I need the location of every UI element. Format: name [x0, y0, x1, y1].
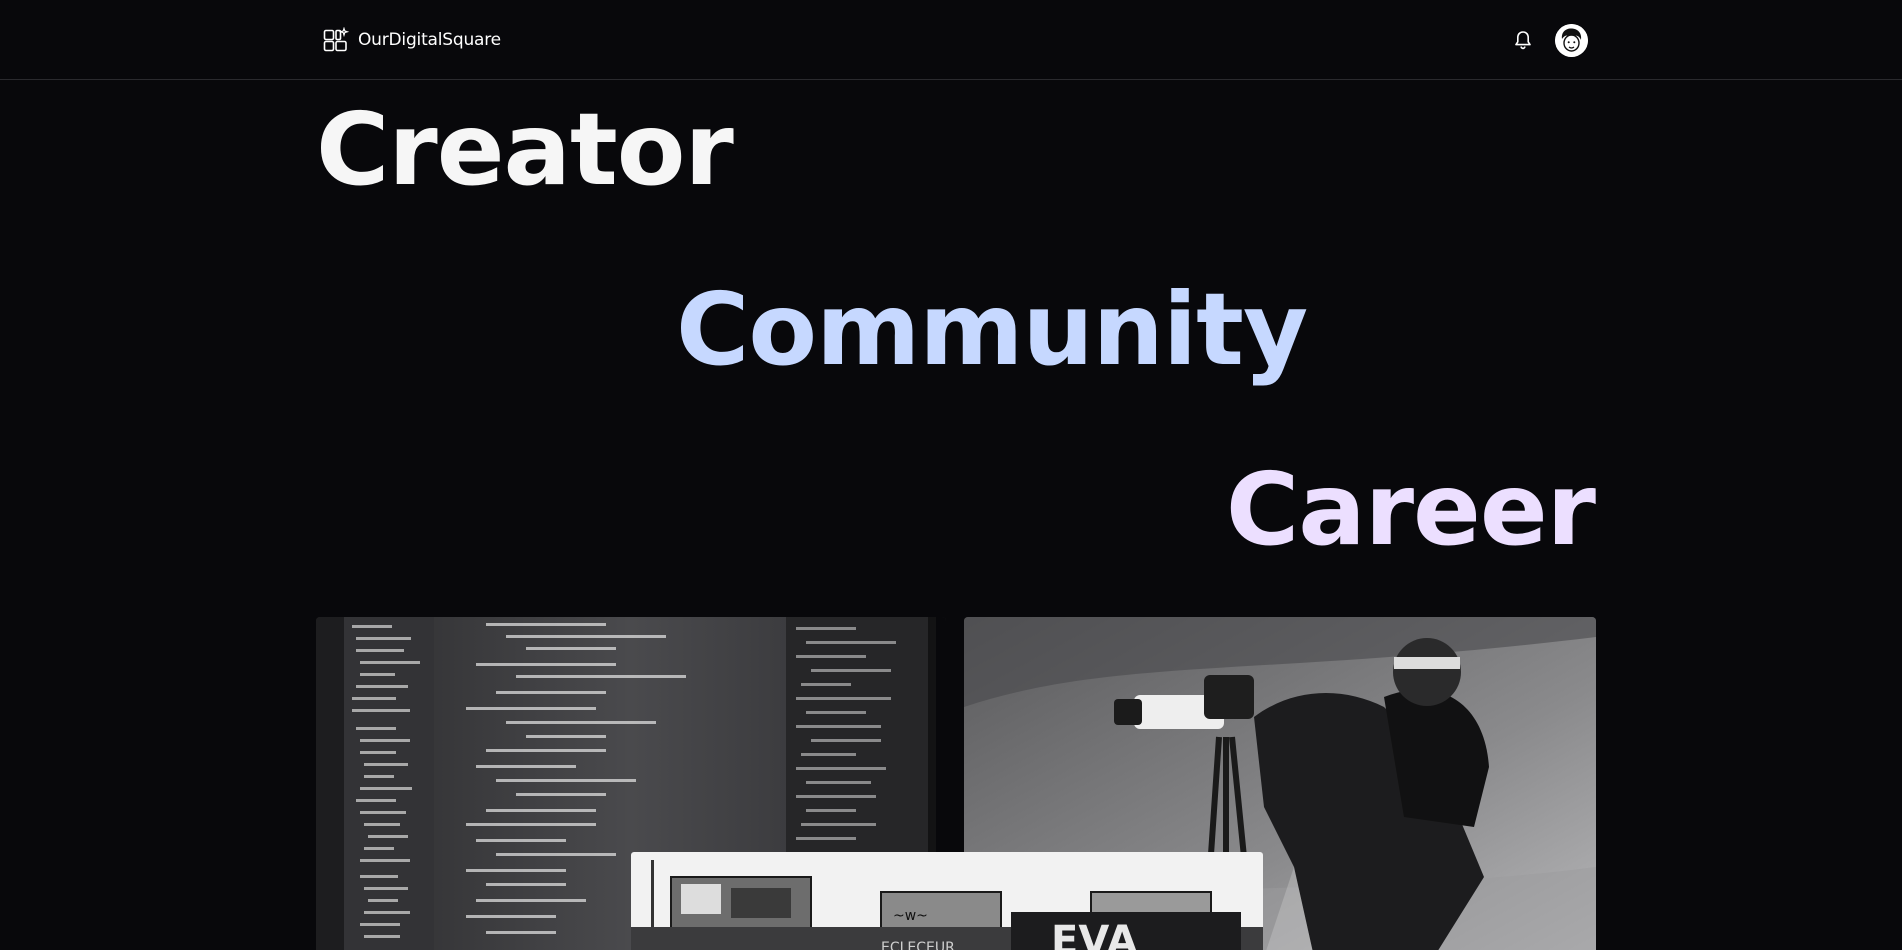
- graffiti-sign-text: EVA: [1051, 918, 1138, 950]
- svg-text:ECLECEUR: ECLECEUR: [881, 940, 955, 950]
- brand-name: OurDigitalSquare: [358, 30, 501, 50]
- notification-button[interactable]: [1511, 28, 1535, 52]
- graffiti-photo: ~w~ EVA ECLECEUR: [631, 852, 1263, 950]
- graffiti-image: ~w~ EVA ECLECEUR: [631, 852, 1263, 950]
- hero-word-career: Career: [1225, 451, 1596, 568]
- grid-sparkle-icon: [323, 27, 349, 52]
- hero-word-community: Community: [676, 271, 1308, 388]
- svg-text:~w~: ~w~: [893, 908, 928, 924]
- avatar[interactable]: [1555, 24, 1588, 57]
- hero-word-creator: Creator: [316, 91, 734, 208]
- brand-link[interactable]: OurDigitalSquare: [323, 26, 501, 54]
- app-root: OurDigitalSquare Creator Community Caree…: [0, 0, 1902, 950]
- top-nav: OurDigitalSquare: [0, 0, 1902, 80]
- user-face-icon: [1555, 24, 1588, 57]
- bell-icon: [1515, 31, 1531, 50]
